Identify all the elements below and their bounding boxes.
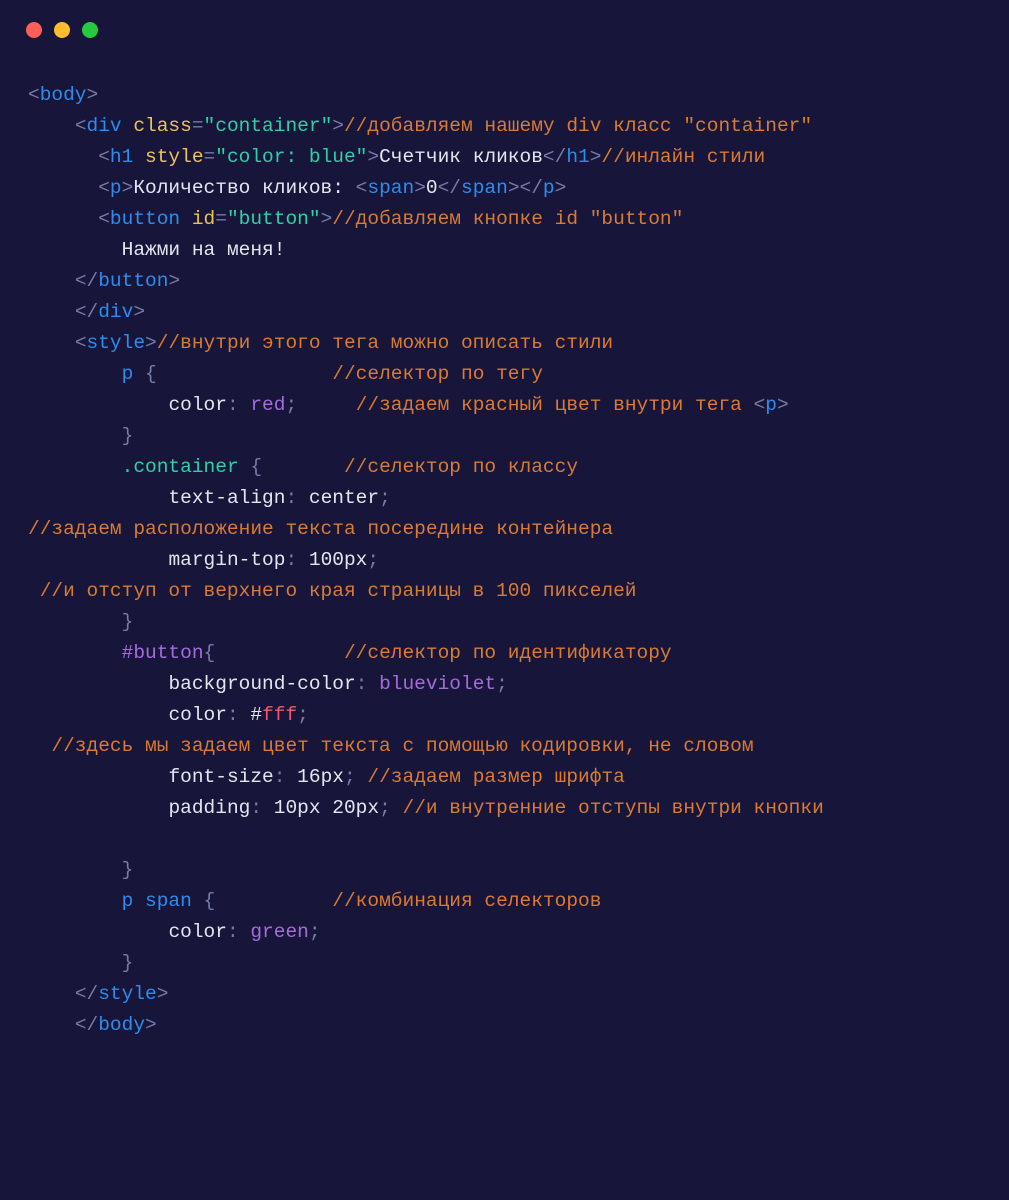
id-value: "button" — [227, 208, 321, 230]
h1-text: Счетчик кликов — [379, 146, 543, 168]
code-block: <body> <div class="container">//добавляе… — [0, 54, 1009, 1087]
tag-button: button — [110, 208, 180, 230]
val-center: center — [309, 487, 379, 509]
val-100px: 100px — [309, 549, 368, 571]
attr-class: class — [133, 115, 192, 137]
tag-p: p — [110, 177, 122, 199]
tag-h1: h1 — [110, 146, 133, 168]
hex-fff: fff — [262, 704, 297, 726]
val-blueviolet: blueviolet — [379, 673, 496, 695]
sel-span: span — [145, 890, 192, 912]
span-zero: 0 — [426, 177, 438, 199]
window-dot-close[interactable] — [26, 22, 42, 38]
prop-font-size: font-size — [168, 766, 273, 788]
tag-body-open: body — [40, 84, 87, 106]
prop-color: color — [168, 394, 227, 416]
val-16px: 16px — [297, 766, 344, 788]
comment-style-tag: //внутри этого тега можно описать стили — [157, 332, 613, 354]
tag-body-close: body — [98, 1014, 145, 1036]
comment-combinator: //комбинация селекторов — [332, 890, 601, 912]
comment-inline-style: //инлайн стили — [601, 146, 765, 168]
button-text: Нажми на меня! — [122, 239, 286, 261]
comment-margin-top: //и отступ от верхнего края страницы в 1… — [28, 580, 637, 602]
class-value: "container" — [204, 115, 333, 137]
prop-color2: color — [168, 704, 227, 726]
comment-sel-id: //селектор по идентификатору — [344, 642, 672, 664]
prop-padding: padding — [168, 797, 250, 819]
comment-hex: //здесь мы задаем цвет текста с помощью … — [28, 735, 754, 757]
attr-style: style — [145, 146, 204, 168]
comment-font-size: //задаем размер шрифта — [367, 766, 624, 788]
prop-margin-top: margin-top — [168, 549, 285, 571]
style-value: "color: blue" — [215, 146, 367, 168]
comment-padding: //и внутренние отступы внутри кнопки — [403, 797, 824, 819]
val-padding: 10px 20px — [274, 797, 379, 819]
tag-style: style — [87, 332, 146, 354]
window-dot-zoom[interactable] — [82, 22, 98, 38]
tag-div-open: div — [87, 115, 122, 137]
sel-p: p — [122, 363, 134, 385]
val-green: green — [250, 921, 309, 943]
comment-sel-class: //селектор по классу — [344, 456, 578, 478]
prop-text-align: text-align — [168, 487, 285, 509]
comment-div-class: //добавляем нашему div класс "container" — [344, 115, 812, 137]
prop-bgcolor: background-color — [168, 673, 355, 695]
window-dot-minimize[interactable] — [54, 22, 70, 38]
sel-button-id: #button — [122, 642, 204, 664]
attr-id: id — [192, 208, 215, 230]
comment-sel-tag: //селектор по тегу — [332, 363, 543, 385]
p-text: Количество кликов: — [133, 177, 355, 199]
val-red: red — [250, 394, 285, 416]
comment-text-align: //задаем расположение текста посередине … — [28, 518, 613, 540]
comment-red: //задаем красный цвет внутри тега — [356, 394, 754, 416]
tag-span: span — [367, 177, 414, 199]
window-titlebar — [0, 0, 1009, 54]
prop-color3: color — [168, 921, 227, 943]
sel-container: .container — [122, 456, 239, 478]
comment-button-id: //добавляем кнопке id "button" — [332, 208, 683, 230]
hash-sign: # — [250, 704, 262, 726]
code-window: <body> <div class="container">//добавляе… — [0, 0, 1009, 1200]
sel-p2: p — [122, 890, 134, 912]
